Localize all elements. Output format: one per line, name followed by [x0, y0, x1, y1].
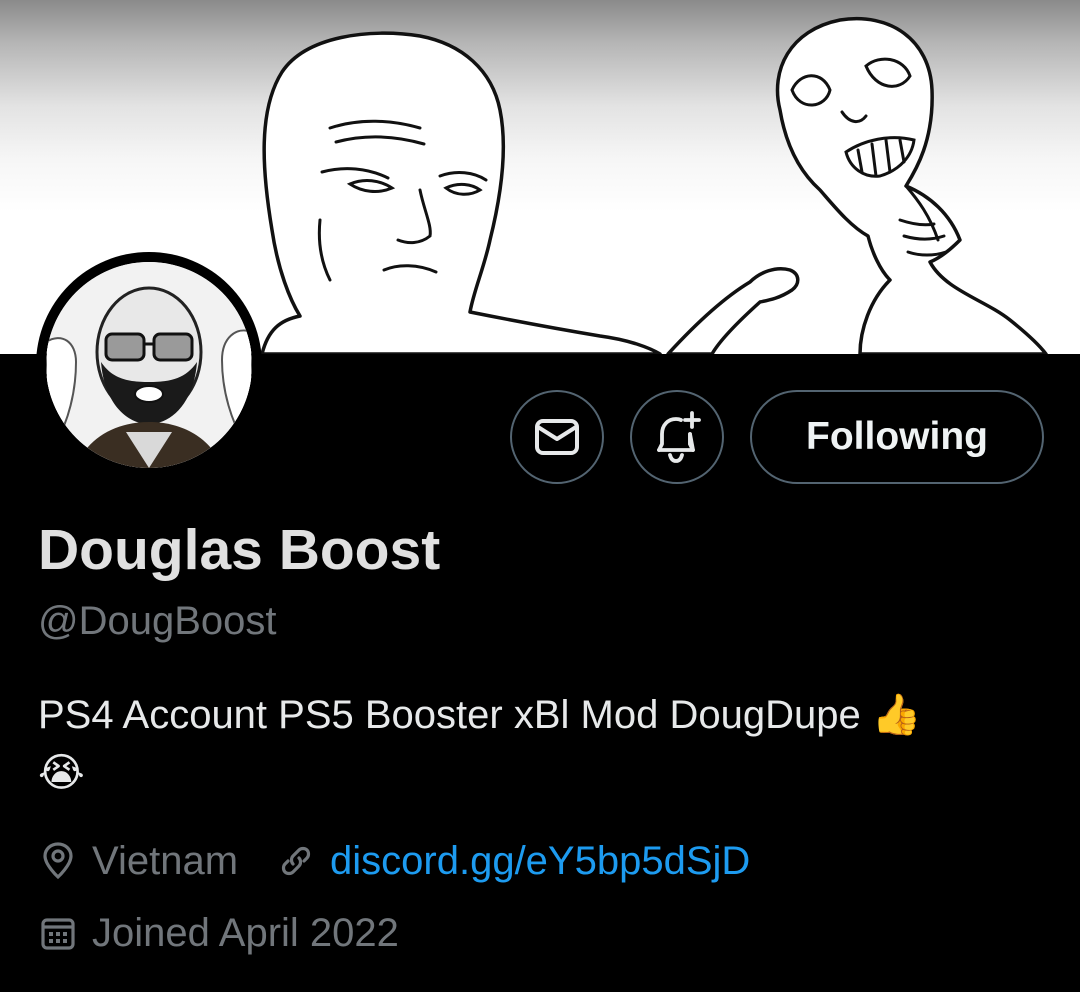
profile-meta-joined-row: Joined April 2022 [38, 908, 399, 958]
username-handle: @DougBoost [38, 599, 277, 643]
message-button[interactable] [510, 390, 604, 484]
notifications-button[interactable] [630, 390, 724, 484]
crying-face-emoji: 😭 [38, 750, 85, 796]
following-button[interactable]: Following [750, 390, 1044, 484]
thumbs-up-emoji: 👍 [871, 692, 922, 738]
joined-date-text: Joined April 2022 [92, 911, 399, 955]
location-pin-icon [38, 841, 78, 881]
calendar-icon [38, 913, 78, 953]
profile-avatar[interactable] [36, 252, 262, 478]
location-text: Vietnam [92, 839, 239, 883]
website-link[interactable]: discord.gg/eY5bp5dSjD [330, 836, 750, 886]
bio-text: PS4 Account PS5 Booster xBl Mod DougDupe [38, 693, 861, 737]
avatar-photo [46, 262, 252, 468]
bell-plus-icon [651, 410, 703, 464]
envelope-icon [534, 417, 580, 457]
display-name: Douglas Boost [38, 518, 441, 582]
profile-bio: PS4 Account PS5 Booster xBl Mod DougDupe… [38, 686, 1038, 802]
profile-meta-location-row: Vietnam discord.gg/eY5bp5dSjD [38, 836, 750, 886]
link-icon [276, 841, 316, 881]
